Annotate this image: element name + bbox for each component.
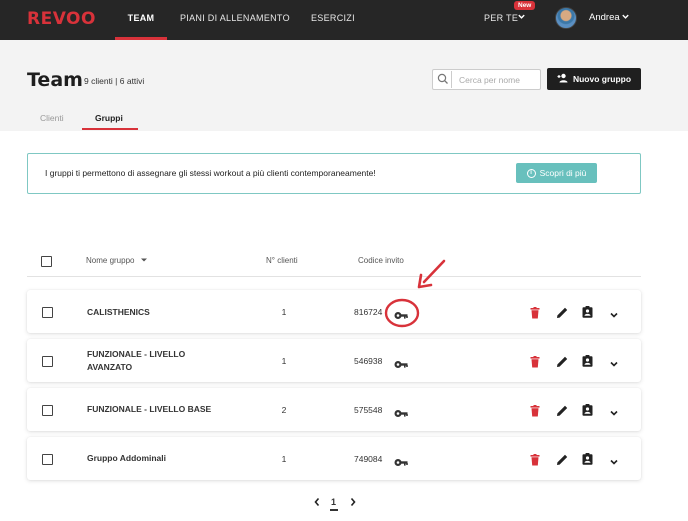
new-badge: New [514, 1, 536, 10]
expand-chevron-icon[interactable] [609, 405, 619, 423]
nav-piani-di-allenamento[interactable]: PIANI DI ALLENAMENTO [180, 13, 290, 23]
select-all-checkbox[interactable] [41, 256, 52, 267]
key-icon[interactable] [394, 405, 408, 423]
tab-active-indicator [82, 128, 138, 130]
trash-icon[interactable] [530, 306, 540, 324]
trash-icon[interactable] [530, 355, 540, 373]
info-icon: i [526, 168, 536, 178]
pagination-next-icon[interactable] [349, 497, 357, 509]
annotation-arrow-icon [417, 259, 446, 289]
table-row[interactable]: Gruppo Addominali 1 749084 [27, 437, 641, 480]
trash-icon[interactable] [530, 453, 540, 471]
info-banner-text: I gruppi ti permettono di assegnare gli … [45, 168, 376, 178]
key-icon[interactable] [394, 307, 408, 325]
row-checkbox[interactable] [42, 356, 53, 367]
row-checkbox[interactable] [42, 307, 53, 318]
invite-code: 816724 [354, 307, 383, 317]
group-name[interactable]: FUNZIONALE - LIVELLO BASE [87, 403, 211, 416]
info-banner: I gruppi ti permettono di assegnare gli … [27, 153, 641, 194]
column-header-name[interactable]: Nome gruppo [86, 256, 148, 265]
tab-gruppi[interactable]: Gruppi [95, 113, 123, 123]
search-box[interactable] [432, 69, 541, 90]
current-page-indicator [330, 509, 338, 511]
sort-desc-icon[interactable] [140, 257, 148, 263]
page-title: Team [27, 69, 83, 91]
search-icon [435, 71, 452, 88]
pencil-icon[interactable] [556, 453, 568, 471]
nav-per-te[interactable]: PER TE [484, 13, 518, 23]
client-count: 1 [281, 454, 287, 464]
invite-code: 546938 [354, 356, 383, 366]
pencil-icon[interactable] [556, 306, 568, 324]
new-group-button[interactable]: Nuovo gruppo [547, 68, 641, 90]
learn-more-label: Scopri di più [539, 168, 587, 178]
assign-workout-icon[interactable] [582, 452, 593, 470]
table-row[interactable]: FUNZIONALE - LIVELLO AVANZATO 1 546938 [27, 339, 641, 382]
client-count: 2 [281, 405, 287, 415]
group-name[interactable]: CALISTHENICS [87, 306, 150, 319]
avatar[interactable] [555, 7, 577, 29]
group-name[interactable]: FUNZIONALE - LIVELLO AVANZATO [87, 348, 185, 374]
assign-workout-icon[interactable] [582, 354, 593, 372]
page-subtitle: 9 clienti | 6 attivi [84, 76, 145, 86]
client-count: 1 [281, 307, 287, 317]
user-menu-chevron-icon[interactable] [621, 12, 630, 23]
learn-more-button[interactable]: i Scopri di più [516, 163, 597, 183]
expand-chevron-icon[interactable] [609, 307, 619, 325]
search-input[interactable] [455, 73, 539, 86]
nav-team[interactable]: TEAM [115, 13, 167, 23]
pencil-icon[interactable] [556, 355, 568, 373]
table-row[interactable]: CALISTHENICS 1 816724 [27, 290, 641, 333]
key-icon[interactable] [394, 356, 408, 374]
pagination-prev-icon[interactable] [313, 497, 321, 509]
nav-esercizi[interactable]: ESERCIZI [311, 13, 355, 23]
chevron-down-icon[interactable] [517, 12, 526, 23]
user-name[interactable]: Andrea [589, 12, 620, 23]
pencil-icon[interactable] [556, 404, 568, 422]
add-user-icon [557, 73, 569, 85]
trash-icon[interactable] [530, 404, 540, 422]
row-checkbox[interactable] [42, 405, 53, 416]
table-header-divider [27, 276, 641, 277]
column-header-code: Codice invito [358, 256, 404, 265]
assign-workout-icon[interactable] [582, 305, 593, 323]
column-header-count: N° clienti [266, 256, 298, 265]
new-group-label: Nuovo gruppo [572, 74, 632, 84]
client-count: 1 [281, 356, 287, 366]
group-name[interactable]: Gruppo Addominali [87, 452, 166, 465]
top-navbar: REVOO TEAM PIANI DI ALLENAMENTO ESERCIZI… [0, 0, 688, 40]
tab-clienti[interactable]: Clienti [40, 113, 64, 123]
key-icon[interactable] [394, 454, 408, 472]
table-row[interactable]: FUNZIONALE - LIVELLO BASE 2 575548 [27, 388, 641, 431]
invite-code: 749084 [354, 454, 383, 464]
pagination-current-page[interactable]: 1 [331, 497, 336, 507]
app-logo[interactable]: REVOO [27, 9, 96, 29]
row-checkbox[interactable] [42, 454, 53, 465]
expand-chevron-icon[interactable] [609, 454, 619, 472]
invite-code: 575548 [354, 405, 383, 415]
assign-workout-icon[interactable] [582, 403, 593, 421]
expand-chevron-icon[interactable] [609, 356, 619, 374]
